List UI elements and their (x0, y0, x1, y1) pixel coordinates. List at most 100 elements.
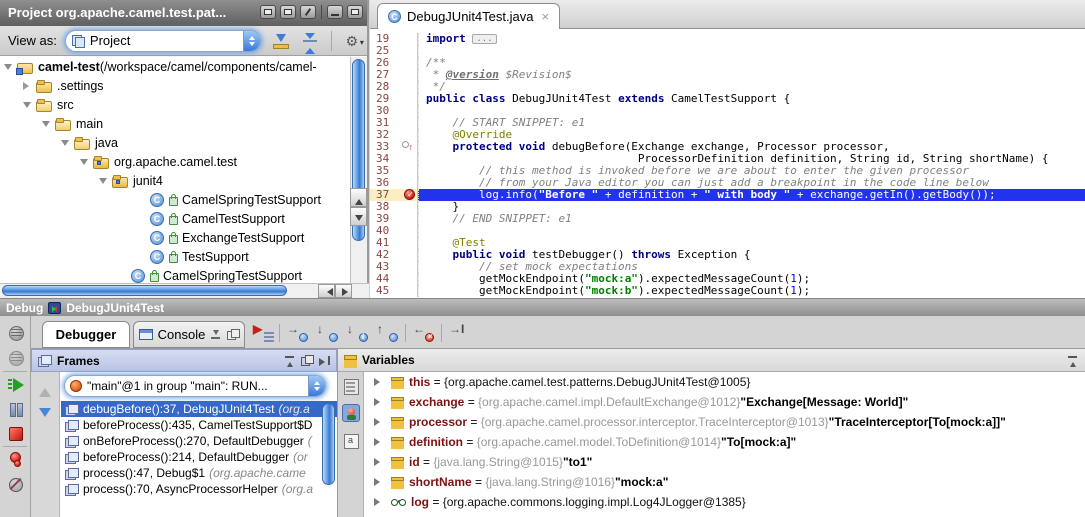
settings-gear-icon[interactable]: ⚙ (342, 32, 362, 50)
expand-icon[interactable] (374, 418, 384, 426)
tree-item[interactable]: camel-test (/workspace/camel/components/… (0, 57, 352, 76)
frame-row[interactable]: process():47, Debug$1(org.apache.came (61, 465, 337, 481)
popup-icon[interactable] (284, 355, 296, 366)
export-icon[interactable] (210, 329, 222, 340)
rerun-debugger-icon[interactable] (7, 324, 25, 342)
tree-item[interactable]: org.apache.camel.test (0, 152, 352, 171)
chevron-down-icon[interactable] (4, 64, 12, 74)
hide-panel-icon[interactable] (347, 5, 363, 19)
stop-icon[interactable] (7, 424, 25, 442)
show-execution-point-icon[interactable]: ▶ (253, 323, 277, 342)
breakpoint-icon[interactable] (404, 189, 415, 200)
tree-item[interactable]: CamelSpringTestSupport (0, 190, 352, 209)
code-line[interactable]: 19import ... (370, 33, 1085, 45)
popup-icon[interactable] (1067, 355, 1079, 366)
float-icon[interactable] (227, 329, 239, 340)
close-tab-icon[interactable]: × (541, 10, 549, 23)
thread-select[interactable]: "main"@1 in group "main": RUN... (64, 375, 326, 397)
chevron-down-icon[interactable] (42, 121, 50, 131)
frame-row[interactable]: beforeProcess():214, DefaultDebugger(or (61, 449, 337, 465)
tree-item[interactable]: .settings (0, 76, 352, 95)
step-out-icon[interactable]: ↑ (377, 323, 401, 342)
variable-row[interactable]: processor = {org.apache.camel.processor.… (364, 412, 1085, 432)
step-over-icon[interactable]: → (287, 323, 311, 342)
variable-row[interactable]: log = {org.apache.commons.logging.impl.L… (364, 492, 1085, 512)
tab-console[interactable]: Console (133, 321, 245, 348)
tree-item[interactable]: ExchangeTestSupport (0, 228, 352, 247)
tab-debugger[interactable]: Debugger (42, 321, 130, 348)
tree-item[interactable]: java (0, 133, 352, 152)
variable-row[interactable]: exchange = {org.apache.camel.impl.Defaul… (364, 392, 1085, 412)
scroll-left-button[interactable] (318, 284, 335, 298)
minimize-icon[interactable] (327, 5, 343, 19)
editor-tab[interactable]: C DebugJUnit4Test.java × (377, 3, 560, 29)
dock-window-icon[interactable] (280, 5, 296, 19)
chevron-down-icon[interactable] (61, 140, 69, 150)
scroll-right-button[interactable] (335, 284, 352, 298)
variable-row[interactable]: id = {java.lang.String@1015}"to1" (364, 452, 1085, 472)
code-line[interactable]: 37 log.info("Before " + definition + " w… (370, 189, 1085, 201)
float-window-icon[interactable] (260, 5, 276, 19)
frame-row[interactable]: process():70, AsyncProcessorHelper(org.a (61, 481, 337, 497)
view-breakpoints-icon[interactable] (7, 452, 25, 470)
collapse-all-icon[interactable] (301, 32, 321, 50)
frames-scrollbar[interactable] (322, 403, 335, 485)
variable-type: {org.apache.camel.impl.DefaultExchange@1… (478, 395, 740, 409)
expand-icon[interactable] (374, 498, 384, 506)
scroll-up-button[interactable] (350, 188, 367, 207)
pause-program-icon[interactable] (7, 400, 25, 418)
code-line[interactable]: 29public class DebugJUnit4Test extends C… (370, 93, 1085, 105)
chevron-down-icon[interactable] (80, 159, 88, 169)
code-line[interactable]: 27 * @version $Revision$ (370, 69, 1085, 81)
watches-icon[interactable] (342, 404, 360, 422)
resume-program-icon[interactable] (7, 376, 25, 394)
combo-stepper[interactable] (308, 376, 325, 396)
variable-row[interactable]: this = {org.apache.camel.test.patterns.D… (364, 372, 1085, 392)
code-line[interactable]: 25 (370, 45, 1085, 57)
gutter-cell[interactable]: 45 (370, 285, 418, 297)
chevron-right-icon[interactable] (23, 82, 33, 90)
float-panel-icon[interactable] (301, 355, 313, 366)
debug-settings-icon[interactable] (7, 349, 25, 367)
chevron-down-icon[interactable] (99, 178, 107, 188)
frame-row[interactable]: onBeforeProcess():270, DefaultDebugger( (61, 433, 337, 449)
expand-icon[interactable] (374, 438, 384, 446)
project-vertical-scrollbar[interactable] (350, 57, 367, 283)
code-line[interactable]: 45 getMockEndpoint("mock:b").expectedMes… (370, 285, 1085, 297)
tree-item[interactable]: TestSupport (0, 247, 352, 266)
tree-item[interactable]: src (0, 95, 352, 114)
expand-icon[interactable] (374, 478, 384, 486)
variable-row[interactable]: definition = {org.apache.camel.model.ToD… (364, 432, 1085, 452)
text-view-icon[interactable] (342, 432, 360, 450)
tree-item[interactable]: CamelSpringTestSupport (0, 266, 352, 283)
combo-stepper[interactable] (243, 31, 260, 51)
drop-frame-icon[interactable]: ←× (413, 323, 437, 342)
mute-breakpoints-icon[interactable] (7, 476, 25, 494)
project-horizontal-scrollbar[interactable] (0, 283, 369, 298)
expand-icon[interactable] (374, 398, 384, 406)
next-frame-icon[interactable] (39, 408, 51, 423)
force-step-into-icon[interactable]: ↓i (347, 323, 371, 342)
chevron-down-icon[interactable] (23, 102, 31, 112)
hide-panel-icon[interactable] (318, 355, 330, 366)
previous-frame-icon[interactable] (39, 382, 51, 397)
evaluate-expression-icon[interactable] (342, 378, 360, 396)
view-as-select[interactable]: Project (65, 30, 261, 52)
frame-row[interactable]: debugBefore():37, DebugJUnit4Test(org.a (61, 401, 337, 417)
override-method-icon[interactable] (402, 141, 414, 153)
tree-item[interactable]: CamelTestSupport (0, 209, 352, 228)
autoscroll-to-source-icon[interactable] (271, 32, 291, 50)
code-editor[interactable]: 19import ...2526/**27 * @version $Revisi… (370, 29, 1085, 298)
run-to-cursor-icon[interactable]: →I (449, 323, 473, 342)
code-line[interactable]: 39 // END SNIPPET: e1 (370, 213, 1085, 225)
step-into-icon[interactable]: ↓ (317, 323, 341, 342)
tree-item[interactable]: main (0, 114, 352, 133)
variable-row[interactable]: shortName = {java.lang.String@1016}"mock… (364, 472, 1085, 492)
expand-icon[interactable] (374, 378, 384, 386)
tree-item[interactable]: junit4 (0, 171, 352, 190)
scrollbar-thumb[interactable] (2, 285, 287, 296)
expand-icon[interactable] (374, 458, 384, 466)
scroll-down-button[interactable] (350, 207, 367, 226)
pin-icon[interactable] (300, 5, 316, 19)
frame-row[interactable]: beforeProcess():435, CamelTestSupport$D (61, 417, 337, 433)
